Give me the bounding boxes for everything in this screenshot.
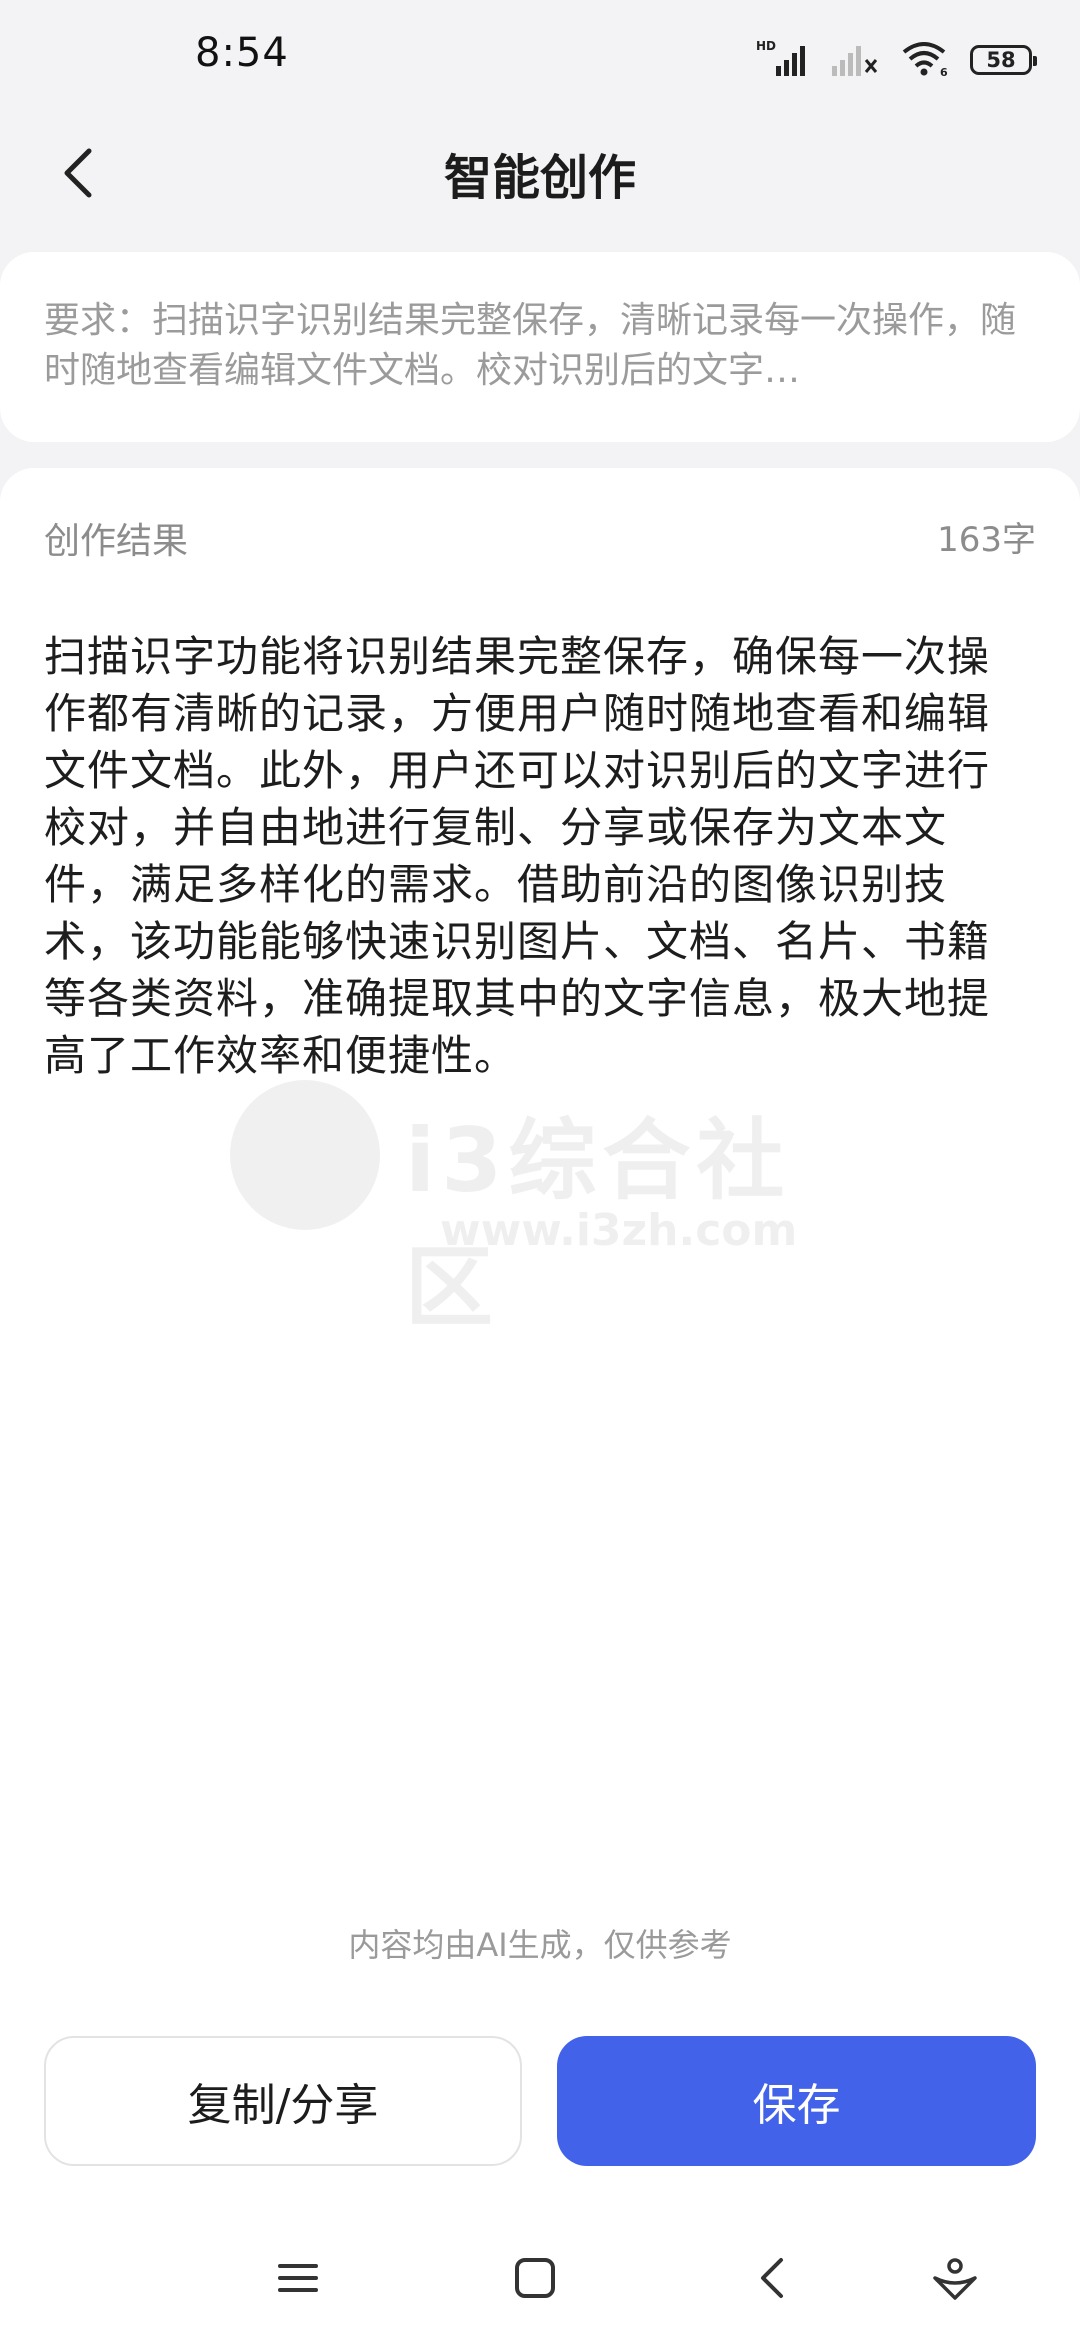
result-label: 创作结果 bbox=[44, 521, 189, 562]
page-title: 智能创作 bbox=[443, 150, 636, 206]
nav-home-button[interactable] bbox=[495, 2240, 575, 2320]
nav-assistant-button[interactable] bbox=[915, 2240, 995, 2320]
status-time: 8:54 bbox=[195, 30, 289, 76]
watermark: i3综合社区 www.i3zh.com bbox=[230, 1080, 850, 1339]
watermark-logo bbox=[230, 1080, 380, 1230]
save-button[interactable]: 保存 bbox=[557, 2036, 1036, 2166]
svg-text:6: 6 bbox=[940, 66, 948, 78]
copy-share-button[interactable]: 复制/分享 bbox=[44, 2036, 522, 2166]
assistant-icon bbox=[931, 2254, 979, 2306]
wifi-icon: 6 bbox=[900, 38, 950, 82]
requirement-card[interactable]: 要求：扫描识字识别结果完整保存，清晰记录每一次操作，随时随地查看编辑文件文档。校… bbox=[0, 252, 1080, 442]
word-count: 163字 bbox=[937, 520, 1036, 560]
hd-signal-icon: HD bbox=[756, 38, 810, 82]
svg-text:HD: HD bbox=[756, 39, 776, 53]
result-header: 创作结果 163字 bbox=[44, 512, 1036, 562]
watermark-url: www.i3zh.com bbox=[440, 1205, 798, 1256]
requirement-text: 要求：扫描识字识别结果完整保存，清晰记录每一次操作，随时随地查看编辑文件文档。校… bbox=[44, 300, 1017, 391]
status-icons: HD 6 58 bbox=[756, 36, 1037, 84]
menu-icon bbox=[276, 2258, 320, 2302]
status-bar: 8:54 HD 6 58 bbox=[0, 0, 1080, 120]
ai-disclaimer: 内容均由AI生成，仅供参考 bbox=[348, 1926, 732, 1964]
system-nav-bar bbox=[0, 2220, 1080, 2340]
title-bar: 智能创作 bbox=[0, 120, 1080, 220]
back-icon bbox=[755, 2255, 791, 2305]
home-square-icon bbox=[513, 2256, 557, 2304]
nav-back-button[interactable] bbox=[733, 2240, 813, 2320]
no-signal-icon bbox=[830, 38, 880, 82]
result-text[interactable]: 扫描识字功能将识别结果完整保存，确保每一次操作都有清晰的记录，方便用户随时随地查… bbox=[44, 628, 1019, 1084]
nav-menu-button[interactable] bbox=[258, 2240, 338, 2320]
battery-icon: 58 bbox=[970, 45, 1037, 75]
